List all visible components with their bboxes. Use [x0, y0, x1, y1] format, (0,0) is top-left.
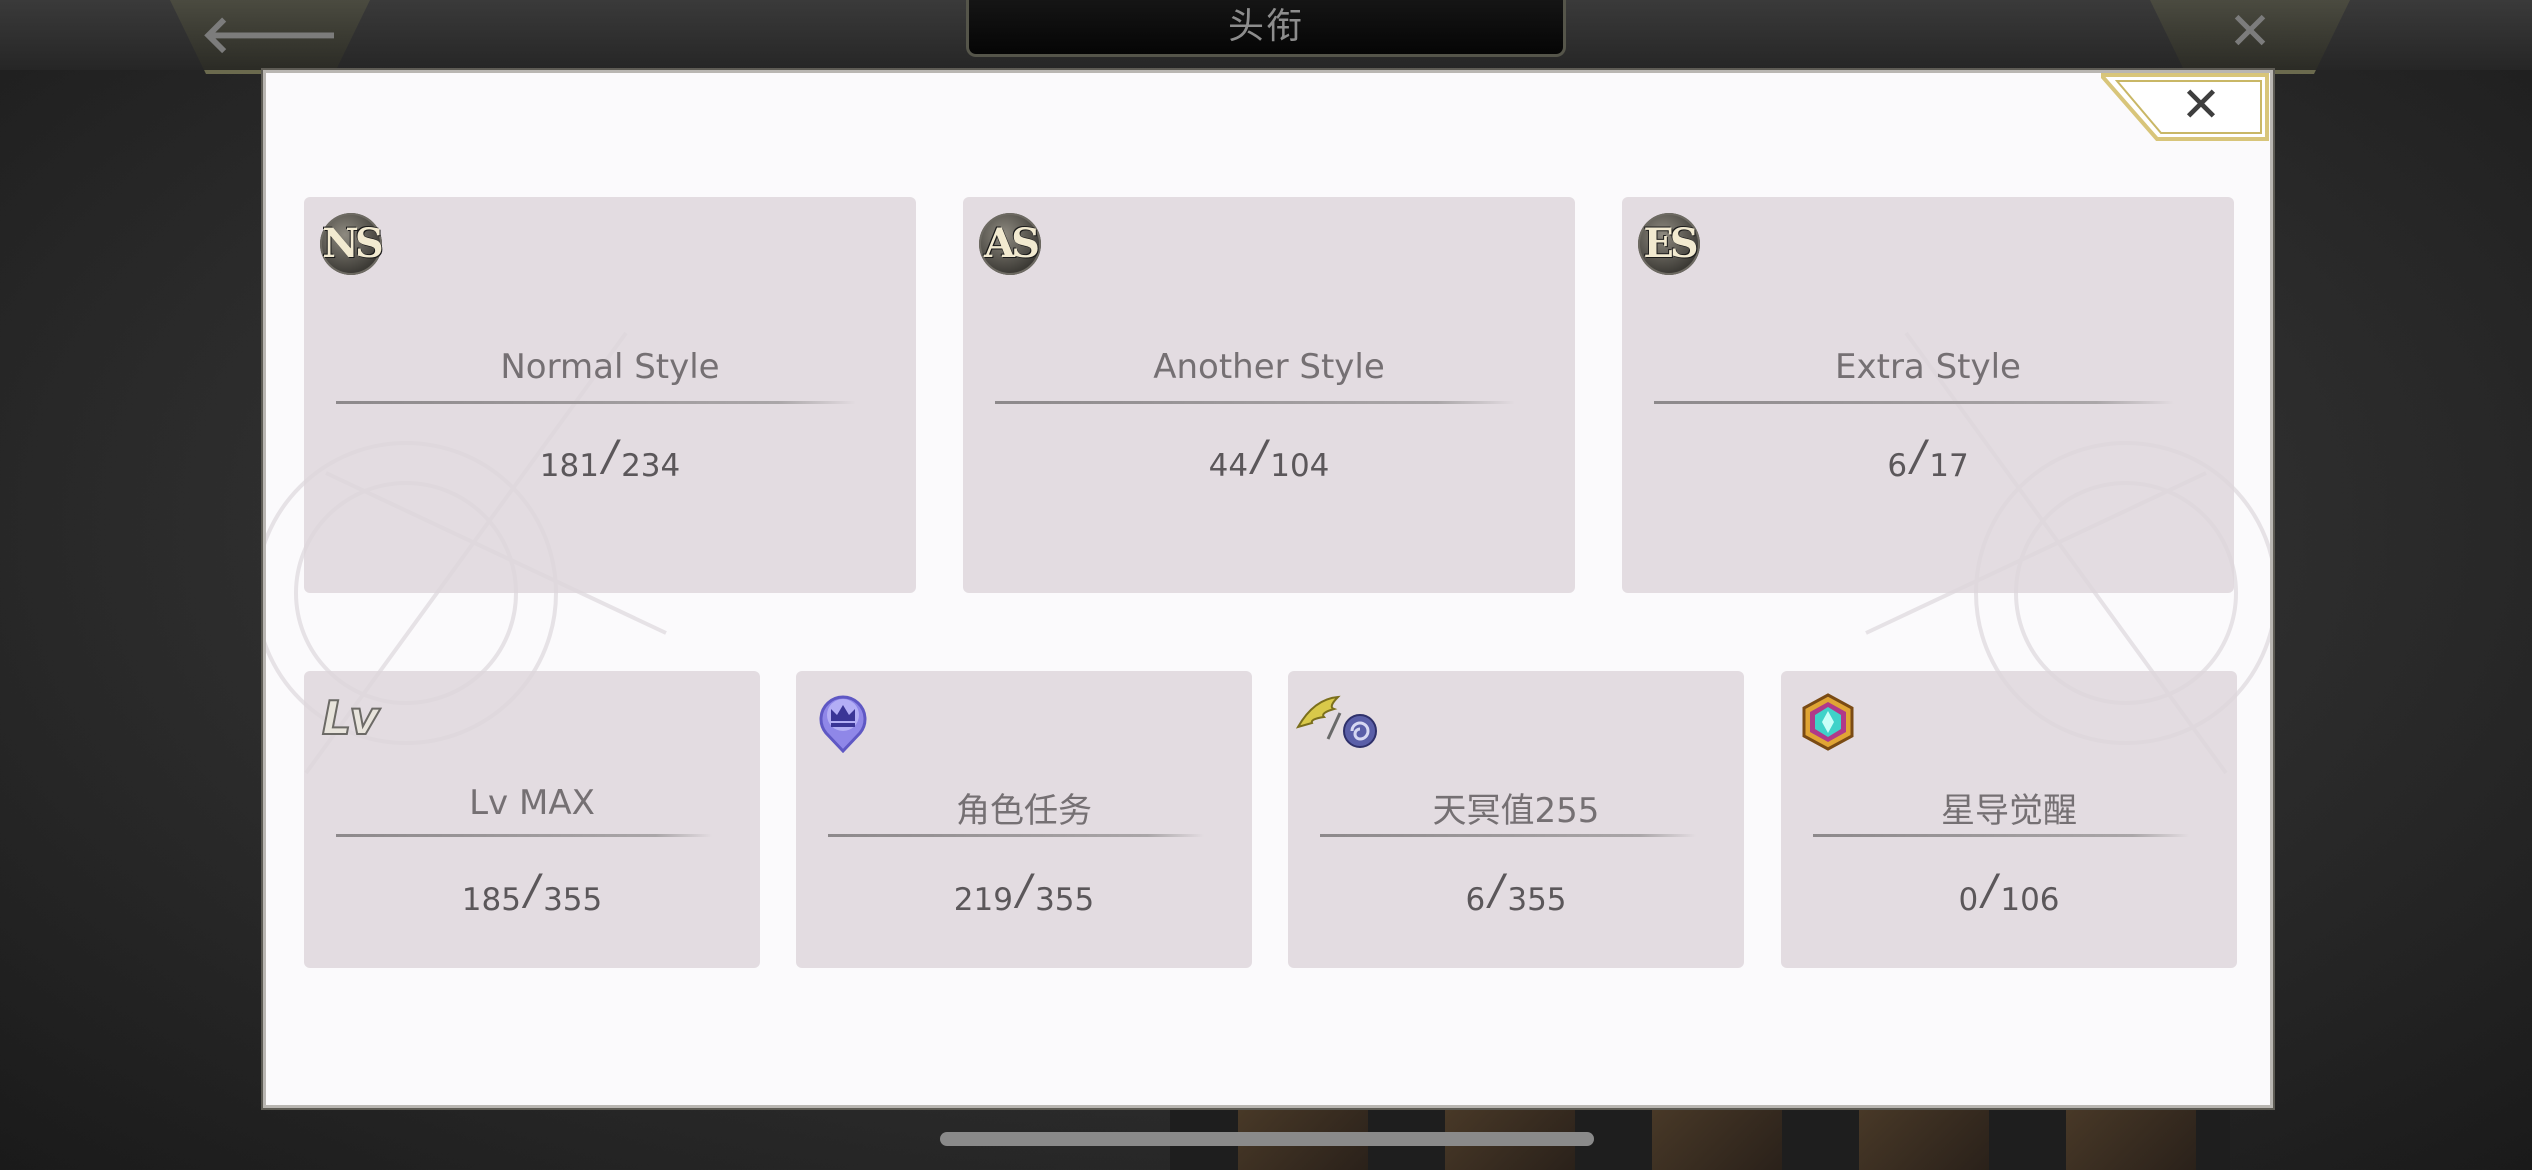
home-indicator[interactable] — [940, 1132, 1594, 1146]
count-current: 0 — [1958, 882, 1979, 918]
stat-card-lv-max: Lv Lv MAX 185/355 — [304, 671, 760, 968]
card-label: Normal Style — [500, 347, 720, 387]
count-separator: / — [602, 431, 618, 480]
count-separator: / — [1016, 865, 1032, 914]
crown-pin-icon — [818, 689, 868, 757]
stat-card-star-awakening: 星导觉醒 0/106 — [1781, 671, 2237, 968]
card-label: 天冥值255 — [1432, 791, 1600, 831]
back-arrow-icon: 🡐 — [200, 5, 340, 65]
character-thumbnail — [1652, 1098, 1782, 1170]
es-badge-icon: ES — [1638, 213, 1700, 275]
count-current: 44 — [1208, 448, 1249, 484]
style-card-normal: NS Normal Style 181/234 — [304, 197, 916, 593]
close-icon: ✕ — [2228, 2, 2272, 62]
divider — [1320, 834, 1696, 837]
card-count: 219/355 — [796, 865, 1252, 920]
count-total: 106 — [2000, 882, 2060, 918]
card-label: Lv MAX — [469, 783, 595, 823]
screen-title: 头衔 — [1227, 6, 1304, 47]
count-current: 6 — [1887, 448, 1908, 484]
card-count: 181/234 — [304, 431, 916, 486]
style-card-another: AS Another Style 44/104 — [963, 197, 1575, 593]
stat-card-character-quest: 角色任务 219/355 — [796, 671, 1252, 968]
card-count: 44/104 — [963, 431, 1575, 486]
as-badge-icon: AS — [979, 213, 1041, 275]
count-total: 17 — [1929, 448, 1969, 484]
card-label: 星导觉醒 — [1941, 791, 2077, 831]
count-total: 355 — [1035, 882, 1095, 918]
ns-badge-icon: NS — [320, 213, 384, 275]
card-count: 6/355 — [1288, 865, 1744, 920]
card-label: 角色任务 — [956, 791, 1092, 831]
count-total: 355 — [543, 882, 603, 918]
lv-icon: Lv — [321, 690, 380, 746]
card-label: Extra Style — [1835, 347, 2021, 387]
count-total: 355 — [1507, 882, 1567, 918]
divider — [336, 401, 856, 404]
wing-swirl-icon — [1294, 693, 1384, 753]
count-total: 104 — [1270, 448, 1330, 484]
character-thumbnail — [1859, 1098, 1989, 1170]
count-separator: / — [1982, 865, 1997, 914]
card-label: Another Style — [1153, 347, 1385, 387]
screen-title-plate: 头衔 — [966, 0, 1566, 57]
count-current: 6 — [1465, 882, 1486, 918]
card-count: 0/106 — [1781, 865, 2237, 920]
card-count: 6/17 — [1622, 431, 2234, 486]
count-separator: / — [524, 865, 540, 914]
title-progress-modal: ✕ NS Normal Style 181/234 AS Another Sty… — [263, 70, 2273, 1108]
count-separator: / — [1489, 865, 1504, 914]
card-count: 185/355 — [304, 865, 760, 920]
divider — [336, 834, 712, 837]
count-current: 181 — [539, 448, 599, 484]
modal-close-button[interactable]: ✕ — [2101, 73, 2269, 141]
stat-card-tianming-value: 天冥值255 6/355 — [1288, 671, 1744, 968]
count-current: 185 — [461, 882, 521, 918]
divider — [1654, 401, 2174, 404]
count-separator: / — [1911, 431, 1926, 480]
close-icon: ✕ — [2180, 77, 2222, 133]
count-separator: / — [1252, 431, 1267, 480]
divider — [828, 834, 1204, 837]
style-card-extra: ES Extra Style 6/17 — [1622, 197, 2234, 593]
count-total: 234 — [621, 448, 681, 484]
character-thumbnail — [2066, 1098, 2196, 1170]
divider — [1813, 834, 2189, 837]
divider — [995, 401, 1515, 404]
hexagon-gem-icon — [1801, 693, 1855, 755]
count-current: 219 — [953, 882, 1013, 918]
